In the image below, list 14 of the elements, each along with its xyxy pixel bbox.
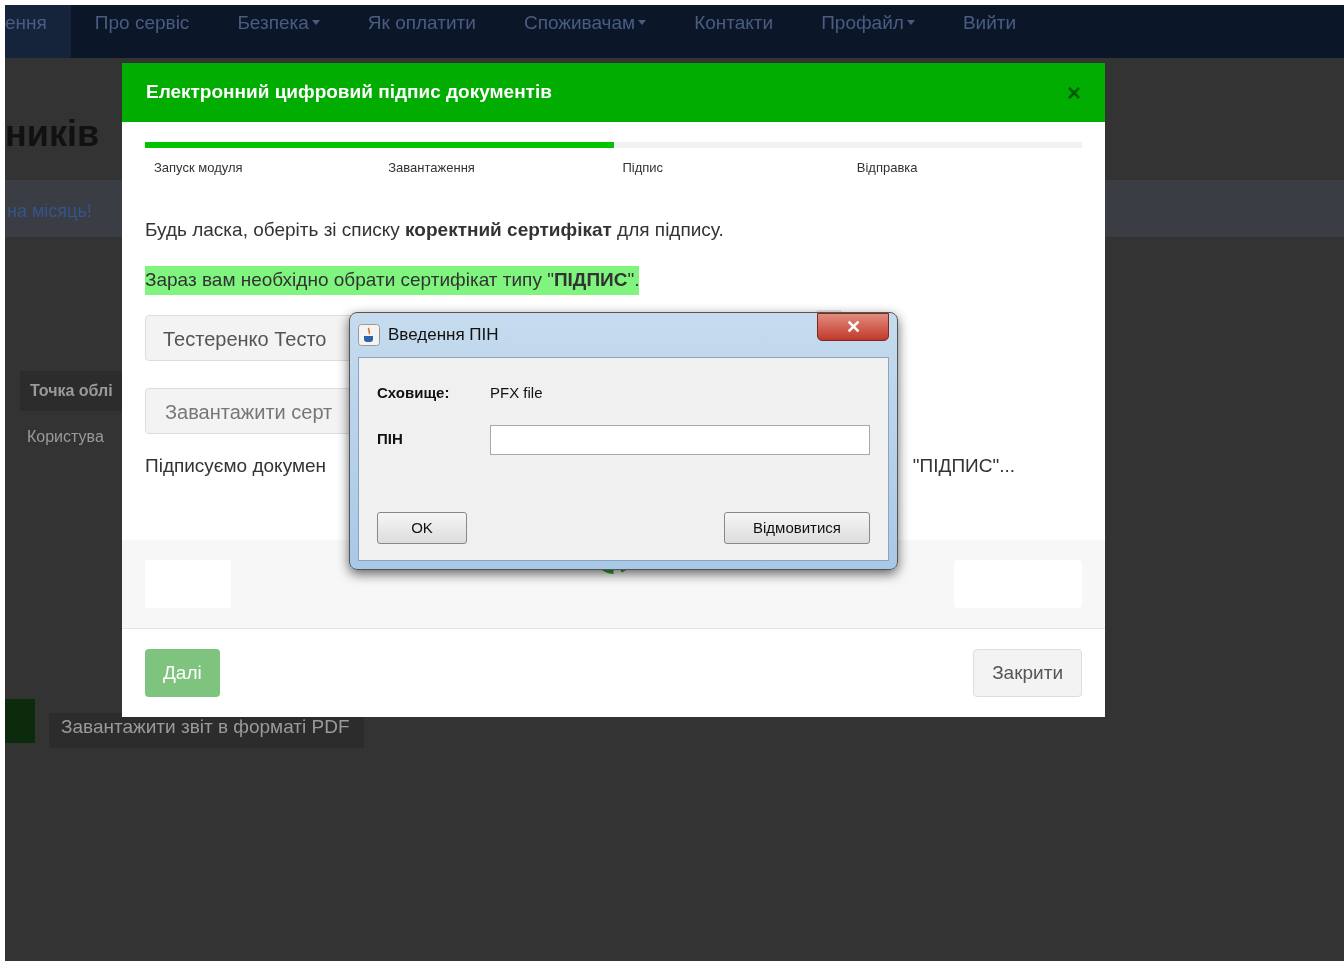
field-value: PFX file xyxy=(490,383,543,403)
status-text: Підписуємо докумен xyxy=(145,453,327,478)
modal-title: Електронний цифровий підпис документів xyxy=(146,80,552,105)
step-label: Запуск модуля xyxy=(153,159,244,177)
notice-text: Зараз вам необхідно обрати сертифікат типу "ПІДПИС". xyxy=(145,266,640,295)
table-header: Точка облі xyxy=(20,371,124,411)
step-label: Відправка xyxy=(855,159,919,177)
dialog-title: Введення ПІН xyxy=(388,324,499,347)
table-cell-text: Користува xyxy=(27,427,105,447)
status-text: "ПІДПИС"... xyxy=(912,453,1015,478)
field-label: Сховище: xyxy=(377,383,451,403)
step-label: Завантаження xyxy=(387,159,476,177)
step-label: Підпис xyxy=(621,159,665,177)
field-label: ПІН xyxy=(377,429,404,450)
